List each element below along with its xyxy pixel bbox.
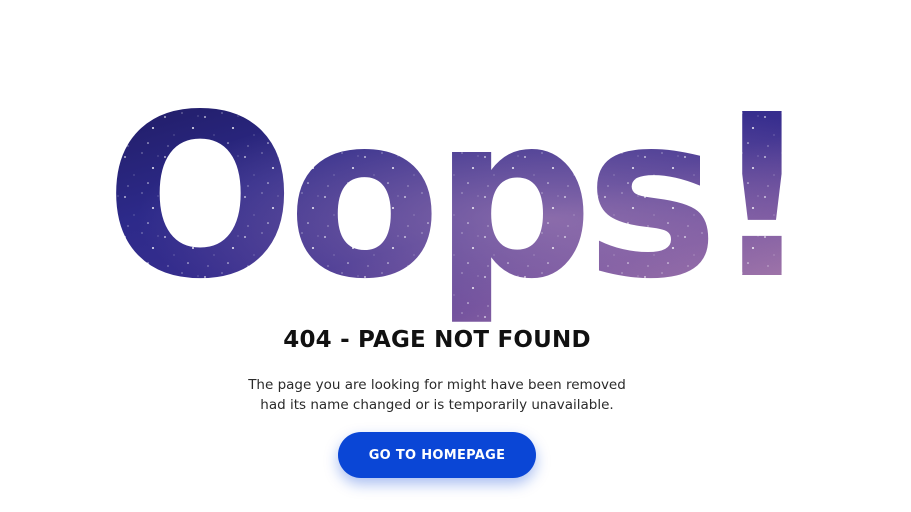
error-title: 404 - PAGE NOT FOUND — [283, 327, 591, 353]
error-description-line-1: The page you are looking for might have … — [248, 377, 626, 393]
oops-hero-graphic: Oops! — [105, 70, 805, 329]
go-to-homepage-button[interactable]: GO TO HOMEPAGE — [338, 432, 536, 478]
oops-hero-heading: Oops! — [0, 70, 911, 340]
error-description-line-2: had its name changed or is temporarily u… — [260, 397, 614, 413]
not-found-page: Oops! 404 - PAGE NOT FOUND The page you … — [0, 0, 911, 512]
error-description: The page you are looking for might have … — [0, 375, 874, 415]
